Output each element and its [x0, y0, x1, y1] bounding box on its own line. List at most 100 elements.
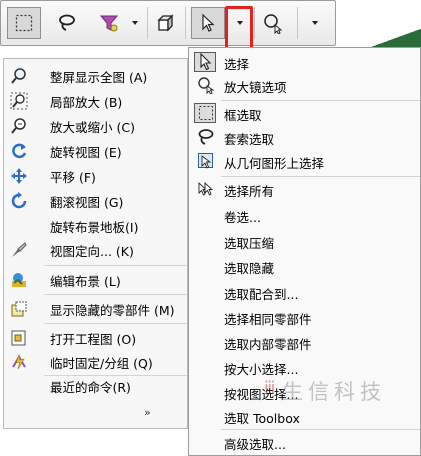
menu-item-label: 旋转布景地板(I): [50, 219, 139, 235]
menu-item-label: 按大小选择...: [224, 362, 299, 377]
selection-toolbar: [0, 0, 336, 46]
dotted-rectangle-icon: [196, 104, 216, 122]
toolbar-separator: [147, 7, 148, 39]
menu-item-label: 放大或缩小 (C): [50, 119, 135, 135]
menu-item-select[interactable]: 选择: [189, 51, 420, 73]
menu-item-volume-select[interactable]: 卷选...: [189, 204, 420, 226]
zoom-in-out-icon: [10, 117, 28, 135]
menu-item-label: 选取隐藏: [224, 261, 275, 276]
menu-divider: [221, 176, 420, 177]
menu-divider: [44, 265, 187, 266]
menu-item-zoom-in-out[interactable]: 放大或缩小 (C): [4, 115, 187, 137]
menu-item-select-mated-to[interactable]: 选取配合到...: [189, 281, 420, 303]
lasso-icon: [196, 128, 216, 146]
menu-item-advanced-select[interactable]: 高级选取...: [189, 431, 420, 453]
menu-item-select-suppressed[interactable]: 选取压缩: [189, 230, 420, 252]
view-cube-icon: [157, 14, 174, 32]
more-dropdown-button[interactable]: [305, 7, 325, 39]
menu-item-select-by-view[interactable]: 按视图选择...: [189, 381, 420, 403]
menu-item-label: 最近的命令(R): [50, 379, 131, 395]
menu-item-label: 放大镜选项: [224, 80, 287, 95]
rotate-view-icon: [10, 142, 28, 160]
dotted-rectangle-icon: [15, 14, 33, 32]
pointer-icon: [196, 53, 216, 71]
menu-item-select-all[interactable]: 选择所有: [189, 178, 420, 200]
menu-item-label: 局部放大 (B): [50, 94, 123, 110]
menu-item-label: 选取内部零部件: [224, 337, 312, 352]
box-select-button[interactable]: [7, 7, 41, 39]
filter-icon: [99, 15, 119, 32]
view-orientation-icon: [10, 241, 28, 259]
selection-dropdown-menu: 选择 放大镜选项 框选取 套索选取 从几何图形上选择 选择所有 卷选... 选取…: [188, 47, 421, 456]
toolbar-separator: [297, 7, 298, 39]
menu-item-label: 卷选...: [224, 210, 261, 225]
menu-item-rotate-view[interactable]: 旋转视图 (E): [4, 140, 187, 162]
menu-item-edit-scene[interactable]: 编辑布景 (L): [4, 269, 187, 291]
chevron-down-icon: [312, 21, 318, 25]
filter-button[interactable]: [93, 7, 125, 39]
magnifier-select-icon: [264, 14, 283, 34]
menu-item-select-from-geometry[interactable]: 从几何图形上选择: [189, 150, 420, 172]
select-from-geometry-icon: [196, 152, 216, 170]
magnifier-select-icon: [196, 76, 216, 94]
menu-item-open-drawing[interactable]: 打开工程图 (O): [4, 327, 187, 349]
view-context-menu: 整屏显示全图 (A) 局部放大 (B) 放大或缩小 (C) 旋转视图 (E) 平…: [3, 58, 188, 429]
toolbar-separator: [185, 7, 186, 39]
pan-icon: [10, 167, 28, 185]
menu-item-select-identical-components[interactable]: 选择相同零部件: [189, 306, 420, 328]
zoom-to-fit-icon: [10, 67, 28, 85]
menu-item-temp-fix-group[interactable]: 临时固定/分组 (Q): [4, 351, 187, 373]
menu-item-label: 显示隐藏的零部件 (M): [50, 302, 175, 318]
menu-divider: [221, 429, 420, 430]
select-pointer-button[interactable]: [191, 7, 225, 39]
menu-divider: [44, 294, 187, 295]
open-drawing-icon: [10, 329, 28, 347]
menu-item-zoom-area[interactable]: 局部放大 (B): [4, 90, 187, 112]
menu-item-roll-view[interactable]: 翻滚视图 (G): [4, 190, 187, 212]
menu-item-label: 编辑布景 (L): [50, 273, 121, 289]
menu-item-zoom-to-fit[interactable]: 整屏显示全图 (A): [4, 65, 187, 87]
select-all-icon: [196, 180, 216, 198]
show-hidden-components-icon: [10, 300, 28, 318]
menu-item-view-orientation[interactable]: 视图定向... (K): [4, 239, 187, 261]
menu-item-label: 打开工程图 (O): [50, 331, 137, 347]
filter-dropdown-button[interactable]: [127, 7, 143, 39]
menu-item-pan[interactable]: 平移 (F): [4, 165, 187, 187]
menu-item-select-by-size[interactable]: 按大小选择...: [189, 356, 420, 378]
toolbar-separator: [254, 7, 255, 39]
zoom-area-icon: [10, 92, 28, 110]
menu-item-label: 选取压缩: [224, 236, 275, 251]
menu-item-select-internal-components[interactable]: 选取内部零部件: [189, 331, 420, 353]
menu-divider: [221, 100, 420, 101]
menu-item-label: 选择相同零部件: [224, 312, 312, 327]
lasso-icon: [59, 14, 75, 31]
menu-item-label: 翻滚视图 (G): [50, 194, 124, 210]
menu-item-label: 框选取: [224, 108, 262, 123]
magnifier-select-button[interactable]: [257, 7, 289, 39]
menu-item-label: 选择: [224, 57, 250, 72]
menu-item-label: 选择所有: [224, 184, 275, 199]
menu-item-recent-commands[interactable]: 最近的命令(R): [4, 375, 187, 397]
menu-item-label: 选取 Toolbox: [224, 411, 300, 426]
temp-fix-group-icon: [10, 353, 28, 371]
menu-item-lasso-select[interactable]: 套索选取: [189, 126, 420, 148]
menu-item-label: 整屏显示全图 (A): [50, 69, 148, 85]
menu-item-box-select[interactable]: 框选取: [189, 102, 420, 124]
menu-item-select-hidden[interactable]: 选取隐藏: [189, 255, 420, 277]
menu-item-label: 套索选取: [224, 132, 275, 147]
menu-item-rotate-scene-floor[interactable]: 旋转布景地板(I): [4, 215, 187, 237]
menu-item-label: 平移 (F): [50, 169, 96, 185]
highlight-box: [225, 6, 253, 50]
lasso-button[interactable]: [51, 7, 83, 39]
chevron-down-icon: [132, 21, 138, 25]
menu-item-label: 旋转视图 (E): [50, 144, 122, 160]
view-cube-button[interactable]: [151, 7, 181, 39]
menu-item-label: 从几何图形上选择: [224, 156, 325, 171]
pointer-icon: [202, 13, 215, 32]
menu-item-label: 按视图选择...: [224, 387, 299, 402]
menu-item-magnifier-options[interactable]: 放大镜选项: [189, 74, 420, 96]
expand-menu-chevron[interactable]: »: [144, 406, 151, 419]
menu-item-label: 视图定向... (K): [50, 243, 134, 259]
menu-item-show-hidden-components[interactable]: 显示隐藏的零部件 (M): [4, 298, 187, 320]
menu-item-select-toolbox[interactable]: 选取 Toolbox: [189, 405, 420, 427]
